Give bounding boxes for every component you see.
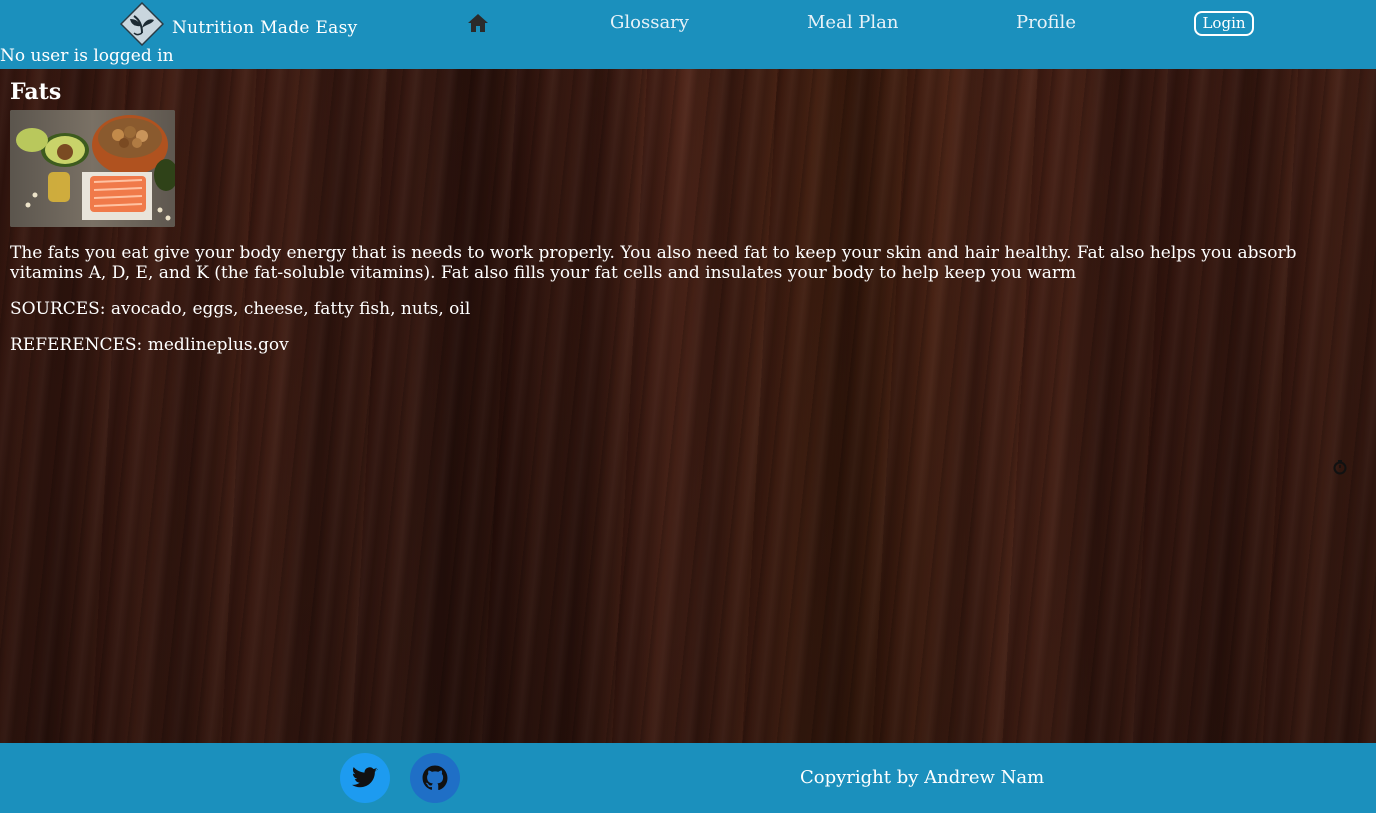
article: Fats The fats you eat give your body ene… bbox=[10, 78, 1350, 355]
brand[interactable]: Nutrition Made Easy bbox=[120, 2, 358, 46]
leaf-diamond-logo-icon bbox=[120, 2, 164, 46]
user-status: No user is logged in bbox=[0, 46, 174, 66]
top-navbar: Nutrition Made Easy Glossary Meal Plan P… bbox=[0, 0, 1376, 69]
article-description: The fats you eat give your body energy t… bbox=[10, 243, 1297, 283]
fats-food-image bbox=[10, 110, 175, 227]
github-link[interactable] bbox=[410, 753, 460, 803]
twitter-link[interactable] bbox=[340, 753, 390, 803]
brand-name: Nutrition Made Easy bbox=[172, 18, 358, 38]
login-button[interactable]: Login bbox=[1194, 11, 1254, 36]
nav-meal-plan[interactable]: Meal Plan bbox=[807, 12, 899, 33]
twitter-icon bbox=[352, 767, 378, 788]
nav-profile[interactable]: Profile bbox=[1016, 12, 1076, 33]
github-icon bbox=[422, 765, 448, 791]
article-references: REFERENCES: medlineplus.gov bbox=[10, 335, 289, 355]
home-icon[interactable] bbox=[466, 11, 490, 35]
page-title: Fats bbox=[10, 79, 62, 105]
footer: Copyright by Andrew Nam bbox=[0, 743, 1376, 813]
clock-icon bbox=[1333, 460, 1347, 475]
nav-glossary[interactable]: Glossary bbox=[610, 12, 689, 33]
copyright-text: Copyright by Andrew Nam bbox=[800, 767, 1045, 788]
article-sources: SOURCES: avocado, eggs, cheese, fatty fi… bbox=[10, 299, 471, 319]
